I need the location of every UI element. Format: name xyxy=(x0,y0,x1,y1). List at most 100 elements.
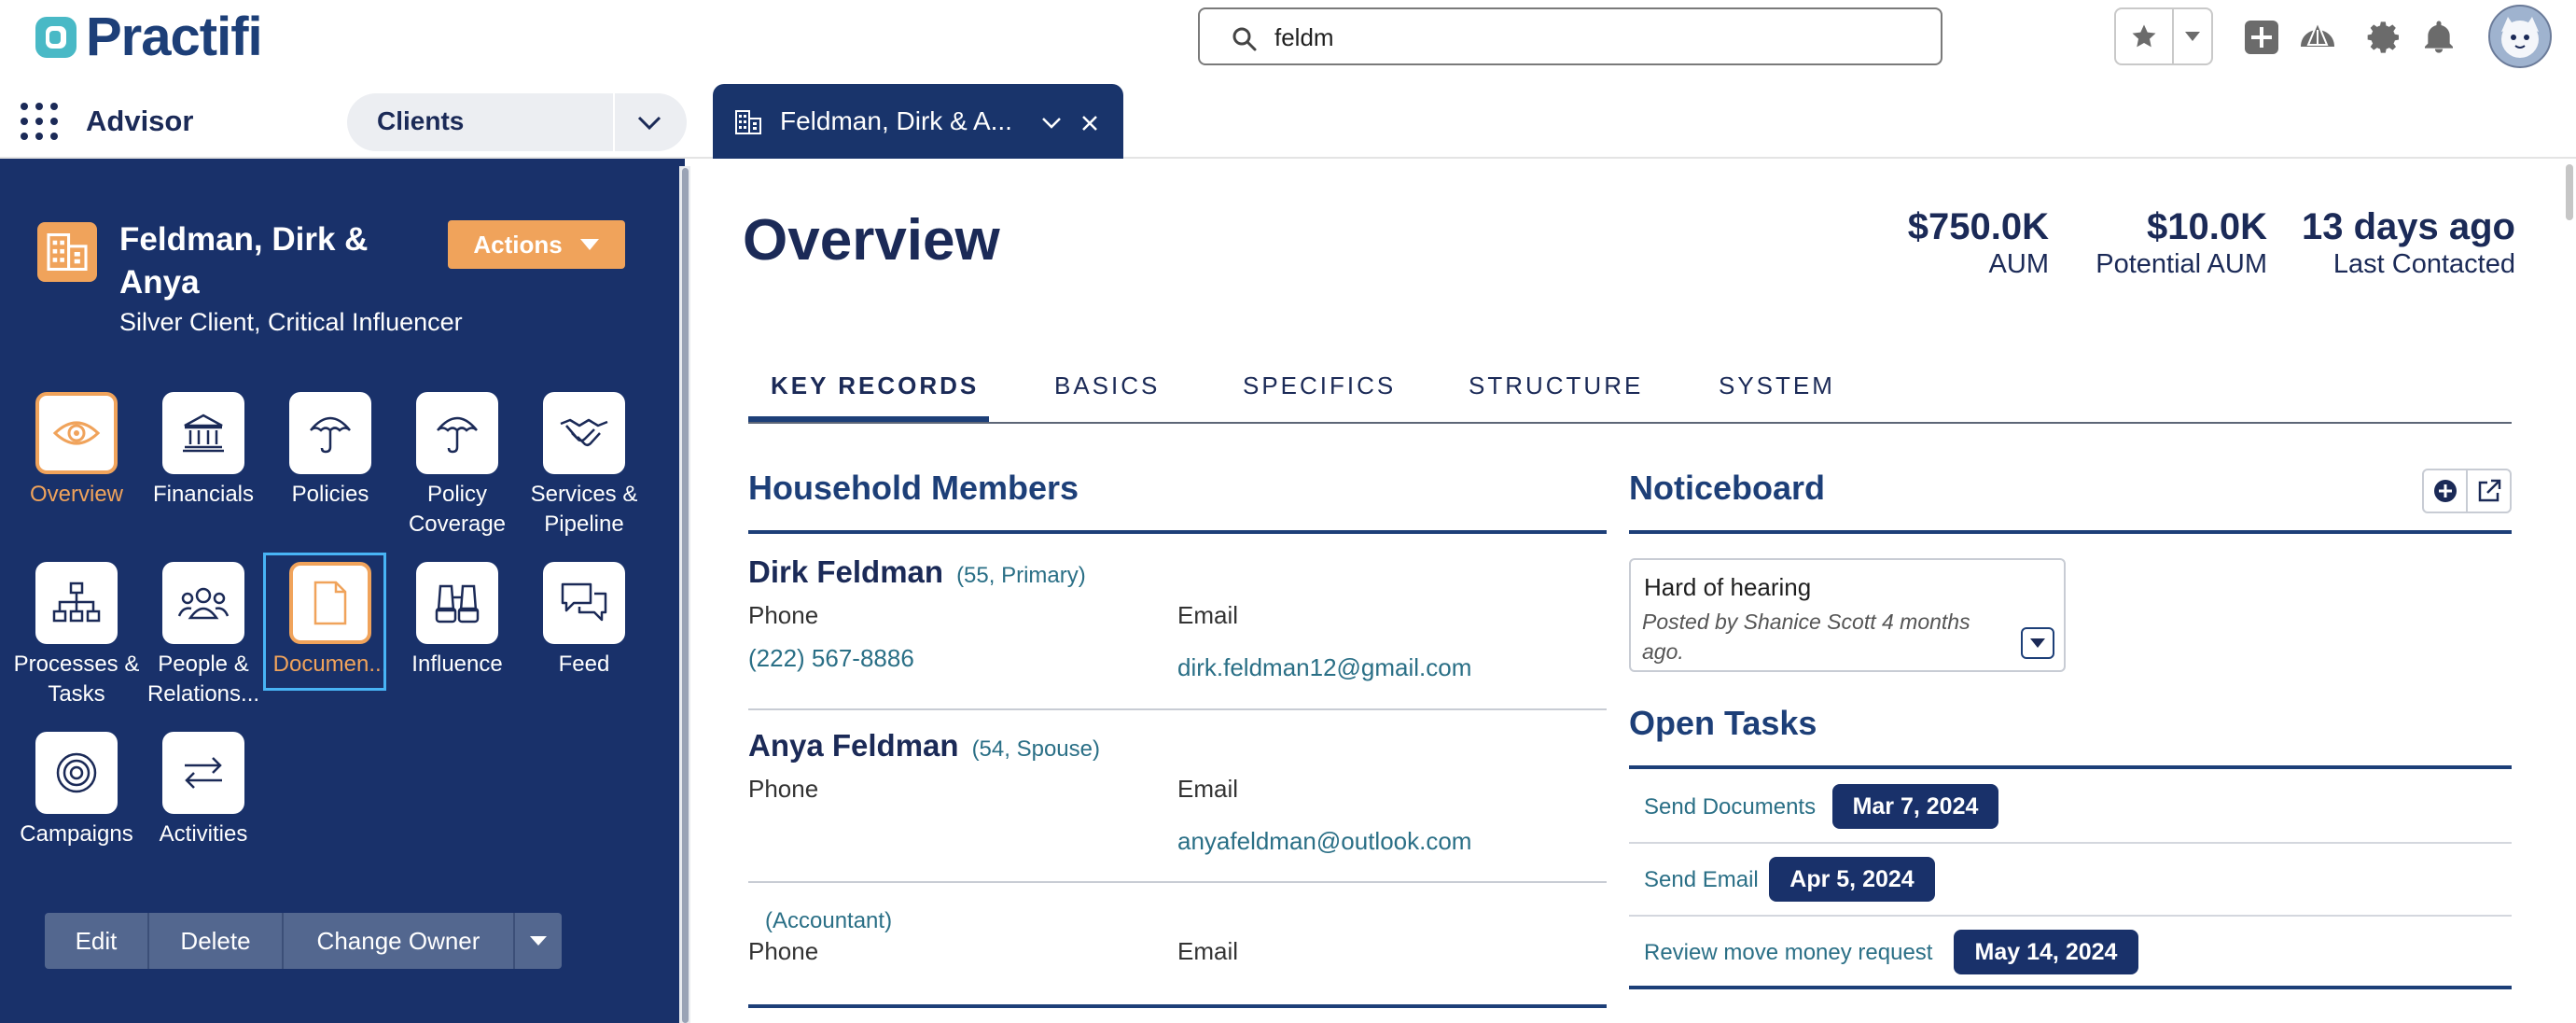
tile-overview[interactable]: Overview xyxy=(13,392,140,510)
stat-label: Potential AUM xyxy=(2096,249,2267,279)
favorites-button[interactable] xyxy=(2116,9,2174,63)
phone-label: Phone xyxy=(748,601,819,629)
tile-people-relationships[interactable]: People & Relations... xyxy=(140,562,267,709)
umbrella-icon xyxy=(289,392,371,474)
tile-feed[interactable]: Feed xyxy=(521,562,647,680)
task-due-date: Apr 5, 2024 xyxy=(1769,857,1935,902)
favorites-menu-button[interactable] xyxy=(2174,9,2211,63)
stat-label: AUM xyxy=(1988,249,2049,279)
tab-key-records[interactable]: KEY RECORDS xyxy=(771,371,979,400)
tile-label: Processes & Tasks xyxy=(13,650,140,709)
app-nav-bar: Advisor Clients Feldman, Dirk & A... xyxy=(0,84,2576,159)
phone-label: Phone xyxy=(748,775,819,803)
section-divider xyxy=(1629,765,2512,769)
bank-icon xyxy=(162,392,244,474)
overview-tabs: KEY RECORDS BASICS SPECIFICS STRUCTURE S… xyxy=(748,366,2512,424)
global-create-icon[interactable] xyxy=(2243,19,2280,56)
tile-label: Services & Pipeline xyxy=(521,480,647,540)
task-link[interactable]: Review move money request xyxy=(1644,940,1932,966)
stat-value: 13 days ago xyxy=(2301,206,2515,247)
more-actions-button[interactable] xyxy=(515,913,562,969)
tab-structure[interactable]: STRUCTURE xyxy=(1469,371,1643,400)
task-due-date: Mar 7, 2024 xyxy=(1832,784,1998,829)
tile-services-pipeline[interactable]: Services & Pipeline xyxy=(521,392,647,540)
member-dirk[interactable]: Dirk Feldman (55, Primary) xyxy=(748,554,1086,590)
tile-processes-tasks[interactable]: Processes & Tasks xyxy=(13,562,140,709)
tile-label-text: People & Relations... xyxy=(146,652,260,707)
sidebar-scrollbar-thumb[interactable] xyxy=(682,168,689,1023)
email-link[interactable]: dirk.feldman12@gmail.com xyxy=(1177,653,1471,682)
member-meta: (Accountant) xyxy=(765,908,893,933)
tile-label-text: Policy Coverage xyxy=(408,482,507,537)
record-name: Feldman, Dirk & Anya xyxy=(119,221,369,301)
member-accountant[interactable]: (Accountant) xyxy=(748,900,892,935)
tab-system[interactable]: SYSTEM xyxy=(1719,371,1835,400)
caret-down-icon xyxy=(530,936,547,946)
people-icon xyxy=(162,562,244,644)
change-owner-button[interactable]: Change Owner xyxy=(284,913,515,969)
member-anya[interactable]: Anya Feldman (54, Spouse) xyxy=(748,728,1100,764)
edit-button[interactable]: Edit xyxy=(45,913,149,969)
search-input[interactable] xyxy=(1273,19,1911,56)
actions-button[interactable]: Actions xyxy=(448,220,625,269)
umbrella-icon xyxy=(416,392,498,474)
gear-icon[interactable] xyxy=(2366,19,2403,56)
tile-policies[interactable]: Policies xyxy=(267,392,394,510)
tab-specifics[interactable]: SPECIFICS xyxy=(1243,371,1396,400)
add-circle-icon xyxy=(2433,480,2457,502)
record-action-buttons: Edit Delete Change Owner xyxy=(45,913,562,969)
notice-card[interactable]: Hard of hearing Posted by Shanice Scott … xyxy=(1629,558,2066,672)
tile-label: Activities xyxy=(159,821,248,847)
email-link[interactable]: anyafeldman@outlook.com xyxy=(1177,827,1471,856)
tile-campaigns[interactable]: Campaigns xyxy=(13,732,140,849)
phone-link[interactable]: (222) 567-8886 xyxy=(748,644,914,673)
tile-activities[interactable]: Activities xyxy=(140,732,267,849)
tab-feldman-household[interactable]: Feldman, Dirk & A... xyxy=(713,84,1123,159)
section-divider xyxy=(1629,986,2512,989)
tile-influence[interactable]: Influence xyxy=(394,562,521,680)
task-due-date: May 14, 2024 xyxy=(1954,930,2138,974)
member-meta: (55, Primary) xyxy=(956,563,1086,588)
trailhead-icon[interactable] xyxy=(2297,17,2338,58)
actions-label: Actions xyxy=(473,230,563,259)
global-search[interactable] xyxy=(1198,7,1942,65)
user-avatar[interactable] xyxy=(2487,4,2553,69)
object-selector[interactable]: Clients xyxy=(347,93,687,151)
delete-button[interactable]: Delete xyxy=(149,913,284,969)
close-icon[interactable] xyxy=(1080,114,1099,133)
target-icon xyxy=(35,732,118,814)
notice-title: Hard of hearing xyxy=(1644,573,1812,601)
row-divider xyxy=(748,708,1607,710)
chevron-down-icon[interactable] xyxy=(1041,116,1062,131)
member-name-text[interactable]: Anya Feldman xyxy=(748,728,959,763)
open-noticeboard-button[interactable] xyxy=(2468,470,2510,512)
practifi-logo[interactable]: Practifi xyxy=(34,7,263,67)
member-name-text[interactable]: Dirk Feldman xyxy=(748,554,943,589)
tile-financials[interactable]: Financials xyxy=(140,392,267,510)
practifi-logo-icon xyxy=(35,17,77,58)
task-link[interactable]: Send Email xyxy=(1644,867,1759,893)
favorites-group xyxy=(2114,7,2213,65)
tile-label: Policy Coverage xyxy=(394,480,521,540)
logo-text: Practifi xyxy=(86,7,263,67)
eye-icon xyxy=(35,392,118,474)
record-sidebar: Feldman, Dirk & Anya Silver Client, Crit… xyxy=(0,159,685,1023)
tab-basics[interactable]: BASICS xyxy=(1054,371,1160,400)
building-icon xyxy=(47,233,88,271)
app-launcher-icon[interactable] xyxy=(19,101,60,142)
notifications-bell-icon[interactable] xyxy=(2420,19,2458,56)
stat-value: $750.0K xyxy=(1907,206,2049,247)
tile-label: Feed xyxy=(558,652,610,677)
main-scrollbar-thumb[interactable] xyxy=(2566,164,2573,220)
noticeboard-title: Noticeboard xyxy=(1629,469,1826,507)
task-link[interactable]: Send Documents xyxy=(1644,794,1816,820)
binoculars-icon xyxy=(416,562,498,644)
notice-menu-button[interactable] xyxy=(2021,627,2054,659)
tile-label: Campaigns xyxy=(20,821,133,847)
add-note-button[interactable] xyxy=(2424,470,2468,512)
chevron-down-icon[interactable] xyxy=(636,110,662,134)
app-name: Advisor xyxy=(86,105,194,137)
divider xyxy=(613,93,615,151)
external-link-icon xyxy=(2478,479,2500,502)
tile-policy-coverage[interactable]: Policy Coverage xyxy=(394,392,521,540)
